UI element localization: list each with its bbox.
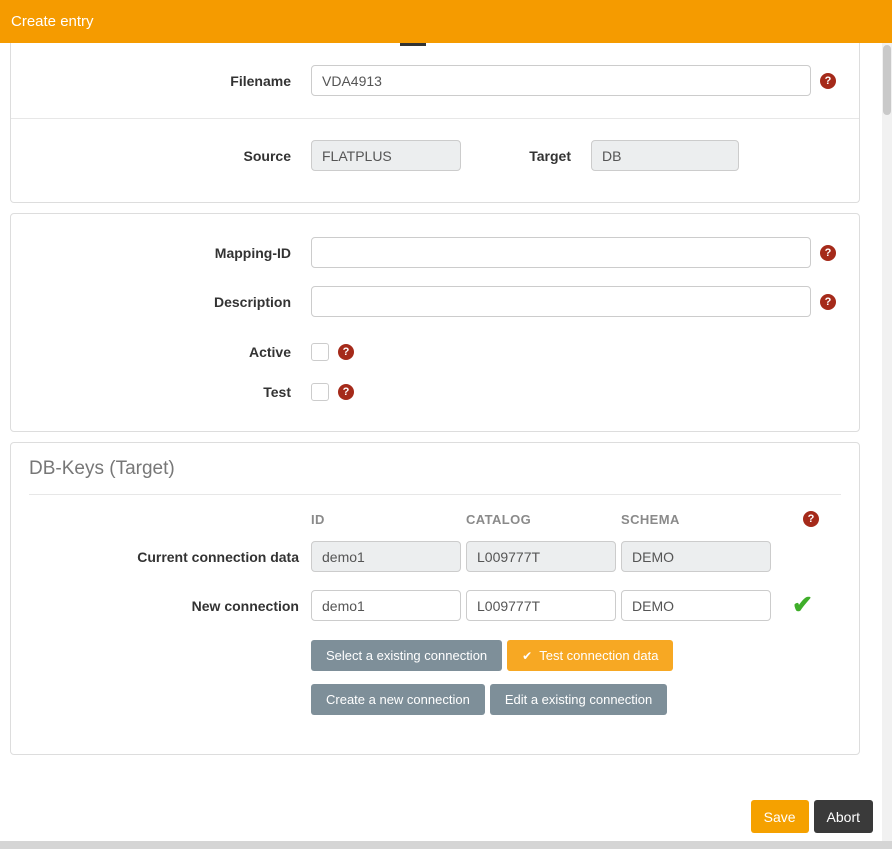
- connection-buttons-row-2: Create a new connection Edit a existing …: [311, 684, 841, 715]
- new-connection-label: New connection: [29, 598, 311, 614]
- abort-button[interactable]: Abort: [814, 800, 873, 833]
- mapping-id-label: Mapping-ID: [11, 245, 311, 261]
- general-section: Filename ? Source Target: [10, 20, 860, 203]
- target-input: [591, 140, 739, 171]
- source-target-row: Source Target: [11, 140, 859, 171]
- active-row: Active ?: [11, 343, 859, 361]
- test-connection-label: Test connection data: [539, 648, 658, 663]
- description-label: Description: [11, 294, 311, 310]
- column-header-catalog: CATALOG: [466, 512, 621, 527]
- active-checkbox[interactable]: [311, 343, 329, 361]
- section-divider: [11, 118, 859, 119]
- column-header-schema: SCHEMA: [621, 512, 776, 527]
- db-keys-section: DB-Keys (Target) ID CATALOG SCHEMA ? Cur…: [10, 442, 860, 755]
- mapping-id-row: Mapping-ID ?: [11, 237, 859, 268]
- test-row: Test ?: [11, 383, 859, 401]
- test-connection-button[interactable]: ✔ Test connection data: [507, 640, 673, 671]
- active-label: Active: [11, 344, 311, 360]
- description-row: Description ?: [11, 286, 859, 317]
- filename-input[interactable]: [311, 65, 811, 96]
- new-connection-row: New connection ✔: [29, 590, 841, 621]
- db-keys-title: DB-Keys (Target): [29, 458, 841, 480]
- db-keys-column-headers: ID CATALOG SCHEMA ?: [29, 511, 841, 527]
- footer: Save Abort: [0, 780, 892, 841]
- filename-help-icon[interactable]: ?: [820, 73, 836, 89]
- mapping-id-help-icon[interactable]: ?: [820, 245, 836, 261]
- test-checkbox[interactable]: [311, 383, 329, 401]
- description-help-icon[interactable]: ?: [820, 294, 836, 310]
- edit-existing-connection-button[interactable]: Edit a existing connection: [490, 684, 667, 715]
- test-label: Test: [11, 384, 311, 400]
- filename-row: Filename ?: [11, 65, 859, 96]
- filename-label: Filename: [11, 73, 311, 89]
- app-header: Create entry: [0, 0, 892, 43]
- column-header-id: ID: [311, 512, 466, 527]
- db-keys-divider: [29, 494, 841, 495]
- check-icon: ✔: [522, 649, 532, 663]
- current-connection-row: Current connection data: [29, 541, 841, 572]
- source-input: [311, 140, 461, 171]
- current-connection-label: Current connection data: [29, 549, 311, 565]
- create-new-connection-button[interactable]: Create a new connection: [311, 684, 485, 715]
- current-catalog-input: [466, 541, 616, 572]
- select-existing-connection-button[interactable]: Select a existing connection: [311, 640, 502, 671]
- source-label: Source: [11, 148, 311, 164]
- test-help-icon[interactable]: ?: [338, 384, 354, 400]
- db-keys-help-icon[interactable]: ?: [803, 511, 819, 527]
- current-schema-input: [621, 541, 771, 572]
- connection-valid-check-icon: ✔: [792, 593, 813, 618]
- new-catalog-input[interactable]: [466, 590, 616, 621]
- mapping-id-input[interactable]: [311, 237, 811, 268]
- new-schema-input[interactable]: [621, 590, 771, 621]
- target-label: Target: [461, 148, 591, 164]
- page-title: Create entry: [11, 13, 94, 30]
- current-id-input: [311, 541, 461, 572]
- scrollbar-thumb[interactable]: [883, 45, 891, 115]
- description-input[interactable]: [311, 286, 811, 317]
- bottom-border-strip: [0, 841, 892, 849]
- save-button[interactable]: Save: [751, 800, 809, 833]
- connection-buttons-row-1: Select a existing connection ✔ Test conn…: [311, 640, 841, 671]
- active-tab-indicator: [400, 43, 426, 46]
- mapping-section: Mapping-ID ? Description ? Active ? Test…: [10, 213, 860, 432]
- vertical-scrollbar[interactable]: [882, 43, 892, 841]
- new-id-input[interactable]: [311, 590, 461, 621]
- active-help-icon[interactable]: ?: [338, 344, 354, 360]
- footer-buttons: Save Abort: [751, 800, 873, 833]
